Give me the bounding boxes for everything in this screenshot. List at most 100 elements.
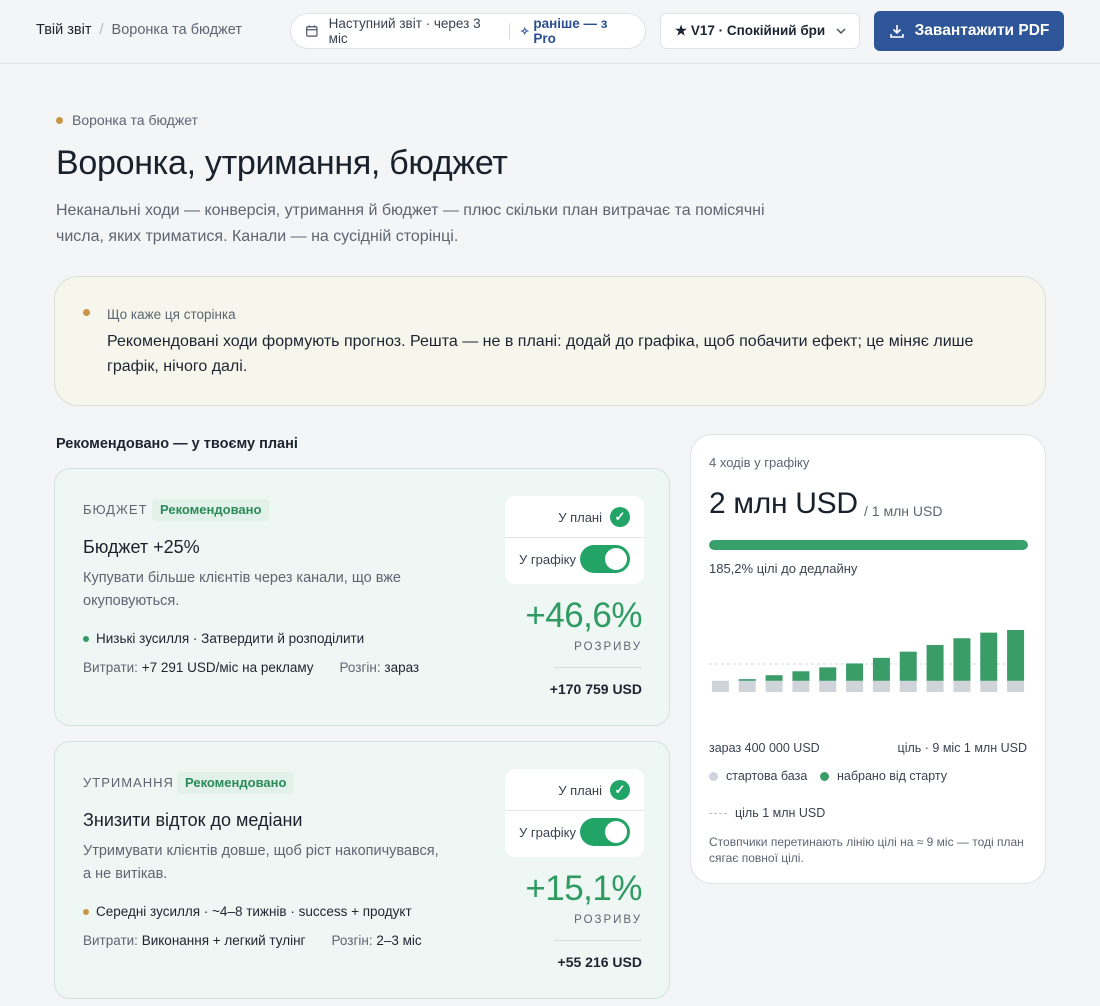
forecast-card: 4 ходів у графіку 2 млн USD / 1 млн USD … bbox=[690, 434, 1046, 884]
move-description: Купувати більше клієнтів через канали, щ… bbox=[83, 570, 401, 609]
check-icon[interactable]: ✓ bbox=[610, 507, 630, 527]
bar-gain-segment bbox=[872, 657, 890, 681]
breadcrumb-root[interactable]: Твій звіт bbox=[36, 22, 92, 38]
divider bbox=[554, 940, 642, 941]
goal-progress-bar bbox=[709, 540, 1028, 550]
bar-base-segment bbox=[980, 680, 998, 692]
legend-goal: ціль 1 млн USD bbox=[709, 806, 825, 820]
move-toggles: У плані ✓ У графіку bbox=[505, 769, 644, 857]
check-icon[interactable]: ✓ bbox=[610, 780, 630, 800]
cost-prefix: Витрати: bbox=[83, 660, 138, 675]
in-chart-label: У графіку bbox=[519, 552, 576, 567]
in-chart-toggle[interactable] bbox=[580, 545, 630, 573]
legend-gain-swatch bbox=[820, 771, 829, 781]
bar-gain-segment bbox=[899, 651, 917, 681]
pill-divider bbox=[509, 23, 511, 39]
eyebrow-dot bbox=[56, 116, 63, 124]
effort-text: Середні зусилля · ~4–8 тижнів · success … bbox=[96, 904, 412, 919]
recommended-badge: Рекомендовано bbox=[177, 772, 295, 794]
progress-text: 185,2% цілі до дедлайну bbox=[709, 561, 858, 576]
move-effort: Середні зусилля · ~4–8 тижнів · success … bbox=[83, 904, 412, 919]
ramp-prefix: Розгін: bbox=[331, 933, 373, 948]
ramp-prefix: Розгін: bbox=[339, 660, 381, 675]
forecast-label: 4 ходів у графіку bbox=[709, 455, 810, 470]
move-category: БЮДЖЕТ bbox=[83, 502, 148, 517]
toggle-knob bbox=[605, 821, 627, 843]
bar-base-segment bbox=[738, 680, 756, 692]
next-report-text: Наступний звіт · через 3 міс bbox=[328, 16, 481, 46]
gap-usd: +170 759 USD bbox=[549, 681, 642, 697]
bar-gain-segment bbox=[953, 638, 971, 681]
info-callout: Що каже ця сторінка Рекомендовані ходи ф… bbox=[54, 276, 1046, 406]
version-select-label: ★ V17 · Спокійний бриф bbox=[675, 23, 825, 38]
ramp-item: Розгін: 2–3 міс bbox=[331, 933, 421, 948]
calendar-icon bbox=[306, 25, 318, 37]
version-select[interactable]: ★ V17 · Спокійний бриф bbox=[660, 13, 860, 49]
breadcrumb-separator: / bbox=[99, 22, 104, 38]
in-plan-row: У плані ✓ bbox=[505, 769, 644, 811]
download-pdf-label: Завантажити PDF bbox=[914, 22, 1050, 39]
axis-start-label: зараз 400 000 USD bbox=[709, 741, 820, 755]
effort-dot bbox=[83, 908, 89, 915]
bar-base-segment bbox=[953, 680, 971, 692]
forecast-value: 2 млн USD bbox=[709, 487, 858, 520]
move-costs: Витрати: +7 291 USD/міс на рекламу Розгі… bbox=[83, 660, 419, 675]
cost-prefix: Витрати: bbox=[83, 933, 138, 948]
move-title: Бюджет +25% bbox=[83, 537, 200, 557]
chevron-down-icon bbox=[836, 28, 846, 35]
legend-goal-dash bbox=[709, 812, 727, 814]
ramp-value: зараз bbox=[384, 660, 420, 675]
recommended-badge: Рекомендовано bbox=[152, 499, 270, 521]
pro-link[interactable]: ✧ раніше — з Pro bbox=[520, 16, 631, 46]
in-plan-label: У плані bbox=[558, 510, 602, 525]
cost-value: Виконання + легкий тулінг bbox=[141, 933, 306, 948]
breadcrumb-current: Воронка та бюджет bbox=[111, 22, 242, 38]
download-pdf-button[interactable]: Завантажити PDF bbox=[874, 11, 1064, 51]
page-eyebrow: Воронка та бюджет bbox=[56, 112, 198, 128]
gap-label: РОЗРИВУ bbox=[574, 641, 642, 653]
pro-link-label: раніше — з Pro bbox=[533, 16, 608, 46]
bar-gain-segment bbox=[738, 679, 756, 681]
legend-gain-label: набрано від старту bbox=[837, 769, 948, 783]
in-chart-label: У графіку bbox=[519, 825, 576, 840]
sparkle-icon: ✧ bbox=[520, 25, 530, 38]
move-toggles: У плані ✓ У графіку bbox=[505, 496, 644, 584]
gap-usd: +55 216 USD bbox=[557, 954, 642, 970]
callout-text: Рекомендовані ходи формують прогноз. Реш… bbox=[107, 333, 974, 375]
effort-dot bbox=[83, 635, 89, 642]
bar-gain-segment bbox=[1007, 630, 1025, 681]
eyebrow-text: Воронка та бюджет bbox=[72, 112, 198, 128]
move-costs: Витрати: Виконання + легкий тулінг Розгі… bbox=[83, 933, 422, 948]
ramp-item: Розгін: зараз bbox=[340, 660, 420, 675]
in-chart-toggle[interactable] bbox=[580, 818, 630, 846]
callout-label: Що каже ця сторінка bbox=[107, 307, 236, 322]
bar-base-segment bbox=[792, 680, 810, 692]
ramp-value: 2–3 міс bbox=[376, 933, 422, 948]
bar-base-segment bbox=[711, 680, 729, 692]
in-plan-row: У плані ✓ bbox=[505, 496, 644, 538]
legend-goal-label: ціль 1 млн USD bbox=[735, 806, 826, 820]
forecast-note: Стовпчики перетинають лінію цілі на ≈ 9 … bbox=[709, 835, 1024, 865]
in-plan-label: У плані bbox=[558, 783, 602, 798]
cost-item: Витрати: Виконання + легкий тулінг bbox=[83, 933, 305, 948]
gap-percent: +46,6% bbox=[525, 596, 642, 635]
bar-gain-segment bbox=[846, 663, 864, 681]
gap-percent: +15,1% bbox=[525, 869, 642, 908]
bar-base-segment bbox=[846, 680, 864, 692]
bar-base-segment bbox=[899, 680, 917, 692]
move-effort: Низькі зусилля · Затвердити й розподілит… bbox=[83, 631, 364, 646]
breadcrumb: Твій звіт / Воронка та бюджет bbox=[36, 22, 242, 38]
goal-progress-fill bbox=[709, 540, 1028, 550]
gap-label: РОЗРИВУ bbox=[574, 914, 642, 926]
callout-dot bbox=[83, 309, 90, 316]
divider bbox=[554, 667, 642, 668]
bar-gain-segment bbox=[926, 644, 944, 681]
toggle-knob bbox=[605, 548, 627, 570]
effort-text: Низькі зусилля · Затвердити й розподілит… bbox=[96, 631, 365, 646]
cost-value: +7 291 USD/міс на рекламу bbox=[141, 660, 314, 675]
next-report-pill[interactable]: Наступний звіт · через 3 міс ✧ раніше — … bbox=[290, 13, 646, 49]
bar-base-segment bbox=[819, 680, 837, 692]
page-title: Воронка, утримання, бюджет bbox=[56, 144, 508, 182]
legend-gain: набрано від старту bbox=[820, 769, 947, 783]
bar-base-segment bbox=[872, 680, 890, 692]
